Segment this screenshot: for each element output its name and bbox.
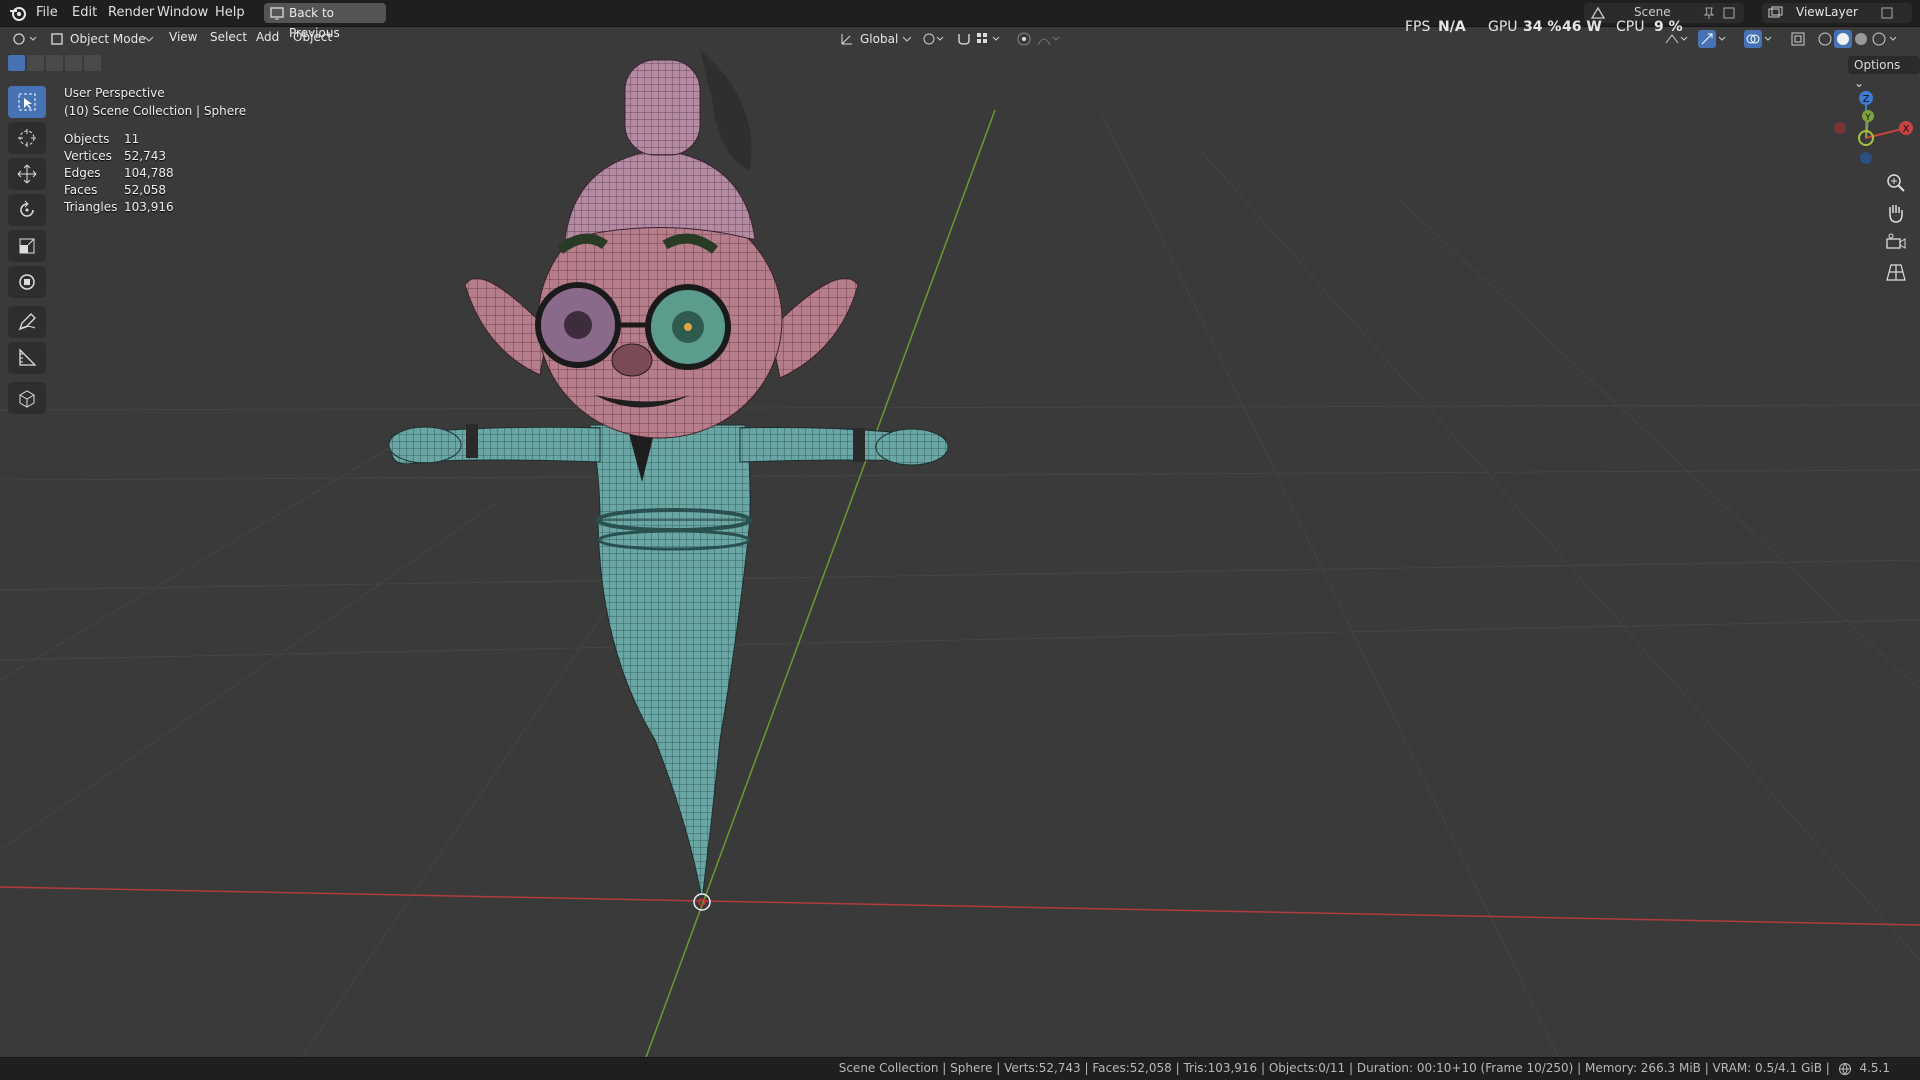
x-axis-line	[0, 886, 1920, 926]
menu-view[interactable]: View	[169, 30, 197, 44]
select-intersect-icon[interactable]	[84, 55, 101, 71]
view-layer-name: ViewLayer	[1796, 5, 1858, 19]
snap-toggle-icon[interactable]	[956, 31, 972, 47]
back-to-previous-button[interactable]: Back to Previous	[264, 3, 386, 40]
gizmo-x-label: X	[1903, 124, 1910, 135]
snap-target-icon[interactable]	[976, 31, 1002, 47]
network-icon	[1838, 1062, 1851, 1075]
measure-tool[interactable]	[8, 342, 46, 374]
pivot-point-icon[interactable]	[922, 31, 944, 47]
menu-edit[interactable]: Edit	[66, 4, 103, 22]
new-scene-icon[interactable]	[1722, 6, 1736, 20]
pan-hand-icon[interactable]	[1882, 200, 1910, 226]
scale-icon	[19, 238, 35, 254]
ruler-icon	[19, 348, 37, 366]
selection-mode-buttons	[8, 55, 103, 73]
new-view-layer-icon[interactable]	[1880, 6, 1894, 20]
transform-tool[interactable]	[8, 266, 46, 298]
menu-select[interactable]: Select	[210, 30, 247, 44]
version-label: 4.5.1	[1859, 1061, 1890, 1075]
pencil-icon	[18, 313, 36, 331]
falloff-icon[interactable]	[1036, 31, 1062, 47]
zoom-icon[interactable]	[1882, 170, 1910, 196]
add-cube-tool[interactable]	[8, 382, 46, 414]
chevron-down-icon	[144, 36, 154, 42]
options-dropdown[interactable]: Options ⌄	[1848, 56, 1920, 90]
blender-logo-icon[interactable]	[8, 3, 28, 23]
cube-add-icon	[19, 390, 35, 408]
menu-add[interactable]: Add	[256, 30, 279, 44]
overlays-toggle-icon[interactable]	[1744, 30, 1774, 48]
object-mode-icon	[51, 33, 63, 45]
perspective-toggle-icon[interactable]	[1882, 260, 1910, 286]
move-icon	[17, 164, 37, 184]
transform-icon	[19, 274, 35, 290]
proportional-editing-icon[interactable]	[1016, 31, 1032, 47]
mode-dropdown[interactable]: Object Mode	[48, 29, 156, 49]
status-bar-text: Scene Collection | Sphere | Verts:52,743…	[838, 1061, 1890, 1075]
move-tool[interactable]	[8, 158, 46, 190]
gizmo-y-label: Y	[1864, 113, 1871, 123]
gizmo-toggle-icon[interactable]	[1698, 30, 1728, 48]
menu-object[interactable]: Object	[293, 30, 332, 44]
chevron-down-icon	[902, 36, 912, 42]
viewport-header: Object Mode View Select Add Object Globa…	[0, 26, 1920, 52]
select-box-tool[interactable]	[8, 86, 46, 118]
scale-tool[interactable]	[8, 230, 46, 262]
cursor-select-icon	[18, 93, 36, 111]
collection-label: (10) Scene Collection | Sphere	[64, 104, 247, 118]
perspective-label: User Perspective	[64, 86, 165, 100]
view-layer-icon	[1768, 6, 1783, 18]
transform-orientation-dropdown[interactable]: Global	[838, 29, 914, 49]
screen-icon	[270, 7, 284, 20]
view-layer-selector[interactable]: ViewLayer	[1762, 3, 1912, 23]
select-difference-icon[interactable]	[65, 55, 82, 71]
xray-toggle-icon[interactable]	[1790, 31, 1806, 47]
cursor-tool[interactable]	[8, 122, 46, 154]
select-subtract-icon[interactable]	[46, 55, 63, 71]
visibility-icon[interactable]	[1664, 31, 1690, 47]
select-extend-icon[interactable]	[27, 55, 44, 71]
navigation-gizmo[interactable]: Z Y X	[1820, 86, 1916, 166]
orientation-label: Global	[860, 32, 899, 46]
menu-window[interactable]: Window	[151, 4, 214, 22]
shading-modes-group[interactable]	[1816, 30, 1900, 48]
options-label: Options	[1854, 58, 1901, 72]
rotate-tool[interactable]	[8, 194, 46, 226]
gizmo-z-label: Z	[1863, 94, 1870, 105]
orientation-icon	[841, 34, 852, 45]
viewport-3d[interactable]	[0, 0, 1920, 1080]
status-bar: Scene Collection | Sphere | Verts:52,743…	[0, 1057, 1920, 1080]
annotate-tool[interactable]	[8, 306, 46, 338]
camera-view-icon[interactable]	[1882, 230, 1910, 256]
pin-icon[interactable]	[1702, 6, 1716, 20]
scene-name: Scene	[1634, 5, 1671, 19]
menu-file[interactable]: File	[30, 4, 64, 22]
editor-type-icon[interactable]	[12, 31, 40, 47]
mode-label: Object Mode	[70, 32, 146, 46]
crosshair-icon	[18, 129, 36, 147]
menu-help[interactable]: Help	[209, 4, 251, 22]
rotate-icon	[20, 200, 34, 217]
select-new-icon[interactable]	[8, 55, 25, 71]
